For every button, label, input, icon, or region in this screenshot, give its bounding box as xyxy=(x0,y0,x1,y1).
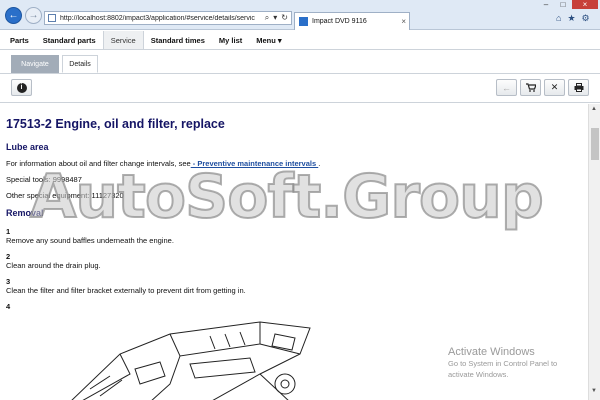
tab-details[interactable]: Details xyxy=(62,55,98,73)
step-text: Remove any sound baffles underneath the … xyxy=(6,236,174,245)
window-minimize-button[interactable]: – xyxy=(538,0,554,9)
page-icon xyxy=(48,14,56,22)
activate-windows-notice: Activate Windows Go to System in Control… xyxy=(448,346,557,380)
window-close-button[interactable]: × xyxy=(572,0,598,9)
cart-button[interactable] xyxy=(520,79,541,96)
back-arrow-button[interactable]: ← xyxy=(496,79,517,96)
refresh-icon[interactable]: ↻ xyxy=(281,13,288,23)
step-number: 2 xyxy=(6,252,11,261)
toolbar: i ← ✕ xyxy=(0,75,600,103)
activate-line-2: activate Windows. xyxy=(448,370,509,379)
tab-close-icon[interactable]: × xyxy=(401,17,409,26)
scroll-up-icon[interactable]: ▲ xyxy=(591,106,597,112)
menu-item-standard-times[interactable]: Standard times xyxy=(144,31,212,49)
arrow-left-icon: ← xyxy=(8,10,19,21)
info-button[interactable]: i xyxy=(11,79,32,96)
activate-line-1: Go to System in Control Panel to xyxy=(448,359,558,368)
vertical-scrollbar[interactable]: ▲ ▼ xyxy=(588,104,600,400)
tools-icon: ✕ xyxy=(550,82,559,92)
app-menubar: Parts Standard parts Service Standard ti… xyxy=(0,31,600,50)
tab-navigate[interactable]: Navigate xyxy=(11,55,59,73)
dropdown-icon[interactable]: ▾ xyxy=(273,13,277,23)
menu-item-menu[interactable]: Menu ▾ xyxy=(249,31,288,49)
cart-icon xyxy=(525,83,536,92)
step-number: 3 xyxy=(6,277,11,286)
activate-title: Activate Windows xyxy=(448,346,535,358)
arrow-left-icon: ← xyxy=(502,82,511,93)
browser-chrome: ← → http://localhost:8802/impact3/applic… xyxy=(0,0,600,30)
step-number: 4 xyxy=(6,302,11,311)
settings-gear-icon[interactable]: ⚙ xyxy=(582,13,590,24)
menu-item-parts[interactable]: Parts xyxy=(3,31,36,49)
print-button[interactable] xyxy=(568,79,589,96)
home-icon[interactable]: ⌂ xyxy=(556,13,561,24)
tab-title: Impact DVD 9116 xyxy=(312,18,367,25)
search-icon[interactable]: ⌕ xyxy=(265,13,269,23)
browser-tab[interactable]: Impact DVD 9116 × xyxy=(294,12,410,30)
menu-item-my-list[interactable]: My list xyxy=(212,31,249,49)
step-number: 1 xyxy=(6,227,11,236)
page-title: 17513-2 Engine, oil and filter, replace xyxy=(6,117,225,131)
scroll-down-icon[interactable]: ▼ xyxy=(591,388,597,394)
printer-icon xyxy=(574,83,583,92)
address-bar[interactable]: http://localhost:8802/impact3/applicatio… xyxy=(44,11,292,25)
tools-button[interactable]: ✕ xyxy=(544,79,565,96)
step-text: Clean the filter and filter bracket exte… xyxy=(6,286,246,295)
subtab-bar: Navigate Details xyxy=(0,50,600,74)
menu-item-standard-parts[interactable]: Standard parts xyxy=(36,31,103,49)
lube-area-heading: Lube area xyxy=(6,142,49,152)
menu-item-service[interactable]: Service xyxy=(102,31,144,49)
scroll-thumb[interactable] xyxy=(591,128,599,160)
favorites-star-icon[interactable]: ★ xyxy=(567,13,575,24)
forward-button[interactable]: → xyxy=(25,7,42,24)
back-button[interactable]: ← xyxy=(5,7,22,24)
url-text: http://localhost:8802/impact3/applicatio… xyxy=(60,14,255,22)
step-text: Clean around the drain plug. xyxy=(6,261,101,270)
info-icon: i xyxy=(16,82,27,93)
engine-illustration xyxy=(71,321,311,400)
window-maximize-button[interactable]: □ xyxy=(555,0,571,9)
watermark: AutoSoft.Group xyxy=(29,161,545,233)
tab-favicon-icon xyxy=(299,17,308,26)
arrow-right-icon: → xyxy=(28,10,39,21)
